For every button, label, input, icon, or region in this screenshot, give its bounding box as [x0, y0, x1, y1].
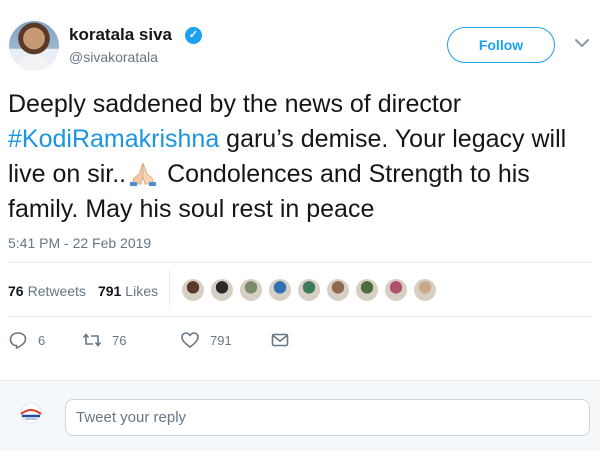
retweets-count[interactable]: 76 — [8, 283, 24, 299]
reply-icon — [9, 332, 27, 349]
display-name[interactable]: koratala siva — [69, 25, 172, 45]
liker-avatar[interactable] — [355, 278, 379, 302]
tweet-timestamp[interactable]: 5:41 PM - 22 Feb 2019 — [8, 235, 151, 251]
liker-avatar[interactable] — [413, 278, 437, 302]
retweets-label[interactable]: Retweets — [28, 283, 86, 299]
hashtag-link[interactable]: #KodiRamakrishna — [8, 125, 219, 153]
liker-avatar[interactable] — [326, 278, 350, 302]
envelope-icon — [271, 333, 289, 347]
follow-button[interactable]: Follow — [447, 27, 555, 63]
retweet-button[interactable]: 76 — [82, 330, 180, 350]
reply-button[interactable]: 6 — [8, 330, 82, 350]
direct-message-button[interactable] — [270, 330, 300, 350]
liker-avatar[interactable] — [210, 278, 234, 302]
profile-avatar[interactable] — [9, 21, 59, 71]
chevron-down-icon[interactable] — [575, 37, 589, 49]
retweet-count: 76 — [112, 332, 127, 348]
liker-avatar[interactable] — [268, 278, 292, 302]
verified-badge-icon: ✓ — [185, 27, 202, 44]
likes-label[interactable]: Likes — [125, 283, 158, 299]
liker-avatars — [181, 278, 442, 302]
tweet-text: Deeply saddened by the news of director … — [8, 87, 598, 227]
tweet-actions: 6 76 791 — [8, 330, 300, 350]
liker-avatar[interactable] — [239, 278, 263, 302]
liker-avatar[interactable] — [181, 278, 205, 302]
retweet-icon — [82, 333, 102, 347]
liker-avatar[interactable] — [297, 278, 321, 302]
engagement-stats: 76 Retweets 791 Likes — [8, 283, 158, 299]
liker-avatar[interactable] — [384, 278, 408, 302]
oneindia-logo-icon — [20, 403, 42, 424]
folded-hands-icon — [130, 162, 157, 186]
likes-count[interactable]: 791 — [98, 283, 121, 299]
divider — [8, 262, 592, 263]
like-count: 791 — [210, 332, 232, 348]
divider — [8, 316, 592, 317]
user-handle[interactable]: @sivakoratala — [69, 49, 158, 65]
heart-icon — [181, 332, 199, 348]
reply-count: 6 — [38, 332, 46, 348]
tweet-text-part: Deeply saddened by the news of director — [8, 90, 462, 118]
like-button[interactable]: 791 — [180, 330, 270, 350]
reply-input[interactable] — [65, 399, 590, 436]
avatar-figure — [17, 55, 51, 71]
divider — [169, 270, 170, 308]
